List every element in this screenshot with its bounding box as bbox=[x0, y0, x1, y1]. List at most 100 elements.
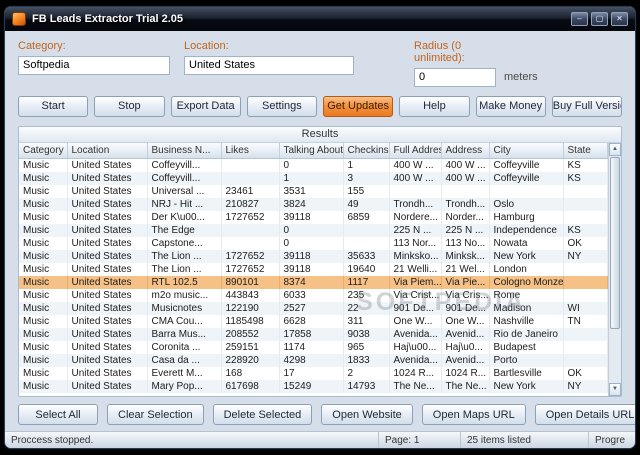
table-cell[interactable]: United States bbox=[67, 302, 148, 315]
table-cell[interactable]: Music bbox=[19, 289, 68, 302]
table-cell[interactable]: 965 bbox=[343, 341, 390, 354]
help-button[interactable]: Help bbox=[399, 95, 470, 117]
table-cell[interactable]: United States bbox=[67, 250, 148, 263]
table-cell[interactable]: The Lion ... bbox=[147, 250, 222, 263]
table-cell[interactable] bbox=[441, 185, 490, 198]
table-cell[interactable] bbox=[563, 263, 608, 276]
table-cell[interactable]: The Edge bbox=[147, 224, 222, 237]
table-cell[interactable]: Haj\u00... bbox=[389, 341, 442, 354]
table-cell[interactable] bbox=[563, 198, 608, 211]
column-header[interactable]: Business N... bbox=[147, 142, 222, 159]
table-cell[interactable]: United States bbox=[67, 380, 148, 393]
table-cell[interactable]: 901 De... bbox=[389, 302, 442, 315]
table-cell[interactable]: 1833 bbox=[343, 354, 390, 367]
table-cell[interactable] bbox=[221, 237, 280, 250]
table-cell[interactable]: 15249 bbox=[279, 380, 344, 393]
open-website-button[interactable]: Open Website bbox=[321, 404, 413, 425]
table-cell[interactable]: Music bbox=[19, 211, 68, 224]
table-cell[interactable]: 228920 bbox=[221, 354, 280, 367]
table-cell[interactable] bbox=[221, 172, 280, 185]
table-cell[interactable]: 400 W ... bbox=[389, 158, 442, 172]
scroll-down-icon[interactable]: ▼ bbox=[609, 383, 621, 396]
table-cell[interactable]: The Ne... bbox=[441, 380, 490, 393]
table-cell[interactable]: Rio de Janeiro bbox=[489, 328, 564, 341]
table-cell[interactable]: 1727652 bbox=[221, 263, 280, 276]
table-cell[interactable] bbox=[221, 224, 280, 237]
table-cell[interactable]: Music bbox=[19, 380, 68, 393]
table-cell[interactable]: 400 W ... bbox=[389, 172, 442, 185]
table-cell[interactable]: 122190 bbox=[221, 302, 280, 315]
table-cell[interactable]: 6033 bbox=[279, 289, 344, 302]
table-cell[interactable]: 168 bbox=[221, 367, 280, 380]
table-cell[interactable]: 235 bbox=[343, 289, 390, 302]
table-cell[interactable]: KS bbox=[563, 158, 608, 172]
table-cell[interactable]: Madison bbox=[489, 302, 564, 315]
table-cell[interactable]: Avenid... bbox=[441, 354, 490, 367]
category-input[interactable] bbox=[18, 55, 170, 75]
table-cell[interactable]: 8374 bbox=[279, 276, 344, 289]
table-row[interactable]: Music United States Casa da ... 228920 4298 1… bbox=[19, 354, 608, 367]
table-row[interactable]: Music United States Coffeyvill... 1 3 400 W .… bbox=[19, 172, 608, 185]
stop-button[interactable]: Stop bbox=[94, 95, 165, 117]
table-cell[interactable]: Independence bbox=[489, 224, 564, 237]
table-cell[interactable]: Via Cris... bbox=[441, 289, 490, 302]
table-row[interactable]: Music United States Der K\u00... 1727652 391… bbox=[19, 211, 608, 224]
maximize-button[interactable]: ▢ bbox=[591, 12, 608, 26]
export-data-button[interactable]: Export Data bbox=[170, 95, 241, 117]
column-header[interactable]: Location bbox=[67, 142, 148, 159]
table-cell[interactable]: 2 bbox=[343, 367, 390, 380]
table-cell[interactable] bbox=[221, 158, 280, 172]
table-cell[interactable]: Barra Mus... bbox=[147, 328, 222, 341]
table-cell[interactable]: 17858 bbox=[279, 328, 344, 341]
table-cell[interactable]: 3824 bbox=[279, 198, 344, 211]
table-row[interactable]: Music United States RTL 102.5 890101 8374 111… bbox=[19, 276, 608, 289]
table-cell[interactable]: Cologno Monzese bbox=[489, 276, 564, 289]
table-cell[interactable] bbox=[563, 328, 608, 341]
table-cell[interactable]: Oslo bbox=[489, 198, 564, 211]
table-cell[interactable]: OK bbox=[563, 367, 608, 380]
table-row[interactable]: Music United States Coffeyvill... 0 1 400 W .… bbox=[19, 158, 608, 172]
table-cell[interactable]: 21 Welli... bbox=[389, 263, 442, 276]
table-cell[interactable]: Music bbox=[19, 172, 68, 185]
table-cell[interactable]: 19640 bbox=[343, 263, 390, 276]
table-cell[interactable]: 901 De... bbox=[441, 302, 490, 315]
table-cell[interactable] bbox=[563, 354, 608, 367]
table-cell[interactable]: 225 N ... bbox=[389, 224, 442, 237]
table-cell[interactable]: 0 bbox=[279, 224, 344, 237]
column-header[interactable]: Talking About bbox=[279, 142, 344, 159]
table-cell[interactable]: Norder... bbox=[441, 211, 490, 224]
table-cell[interactable]: NY bbox=[563, 380, 608, 393]
table-cell[interactable]: United States bbox=[67, 211, 148, 224]
table-cell[interactable]: Bartlesville bbox=[489, 367, 564, 380]
table-cell[interactable]: Musicnotes bbox=[147, 302, 222, 315]
table-cell[interactable]: 113 No... bbox=[441, 237, 490, 250]
table-cell[interactable]: 3531 bbox=[279, 185, 344, 198]
table-cell[interactable]: Haj\u0... bbox=[441, 341, 490, 354]
table-cell[interactable]: 17 bbox=[279, 367, 344, 380]
table-cell[interactable]: United States bbox=[67, 276, 148, 289]
column-header[interactable]: Checkins bbox=[343, 142, 390, 159]
table-cell[interactable]: United States bbox=[67, 341, 148, 354]
table-row[interactable]: Music United States Universal ... 23461 3531… bbox=[19, 185, 608, 198]
table-cell[interactable]: 39118 bbox=[279, 263, 344, 276]
table-cell[interactable]: 21 Wel... bbox=[441, 263, 490, 276]
table-cell[interactable]: 9038 bbox=[343, 328, 390, 341]
table-cell[interactable]: KS bbox=[563, 172, 608, 185]
table-cell[interactable]: 155 bbox=[343, 185, 390, 198]
table-cell[interactable]: Trondh... bbox=[441, 198, 490, 211]
table-cell[interactable]: Music bbox=[19, 250, 68, 263]
table-cell[interactable]: One W... bbox=[389, 315, 442, 328]
table-cell[interactable]: 259151 bbox=[221, 341, 280, 354]
table-cell[interactable]: Trondh... bbox=[389, 198, 442, 211]
table-cell[interactable]: Via Pie... bbox=[441, 276, 490, 289]
table-cell[interactable]: Casa da ... bbox=[147, 354, 222, 367]
table-cell[interactable]: Minksk... bbox=[441, 250, 490, 263]
table-cell[interactable] bbox=[343, 237, 390, 250]
table-cell[interactable]: RTL 102.5 bbox=[147, 276, 222, 289]
table-cell[interactable]: 210827 bbox=[221, 198, 280, 211]
delete-selected-button[interactable]: Delete Selected bbox=[212, 404, 313, 425]
table-cell[interactable]: Music bbox=[19, 198, 68, 211]
table-cell[interactable] bbox=[563, 276, 608, 289]
location-input[interactable] bbox=[184, 55, 354, 75]
table-cell[interactable]: Coffeyvill... bbox=[147, 158, 222, 172]
